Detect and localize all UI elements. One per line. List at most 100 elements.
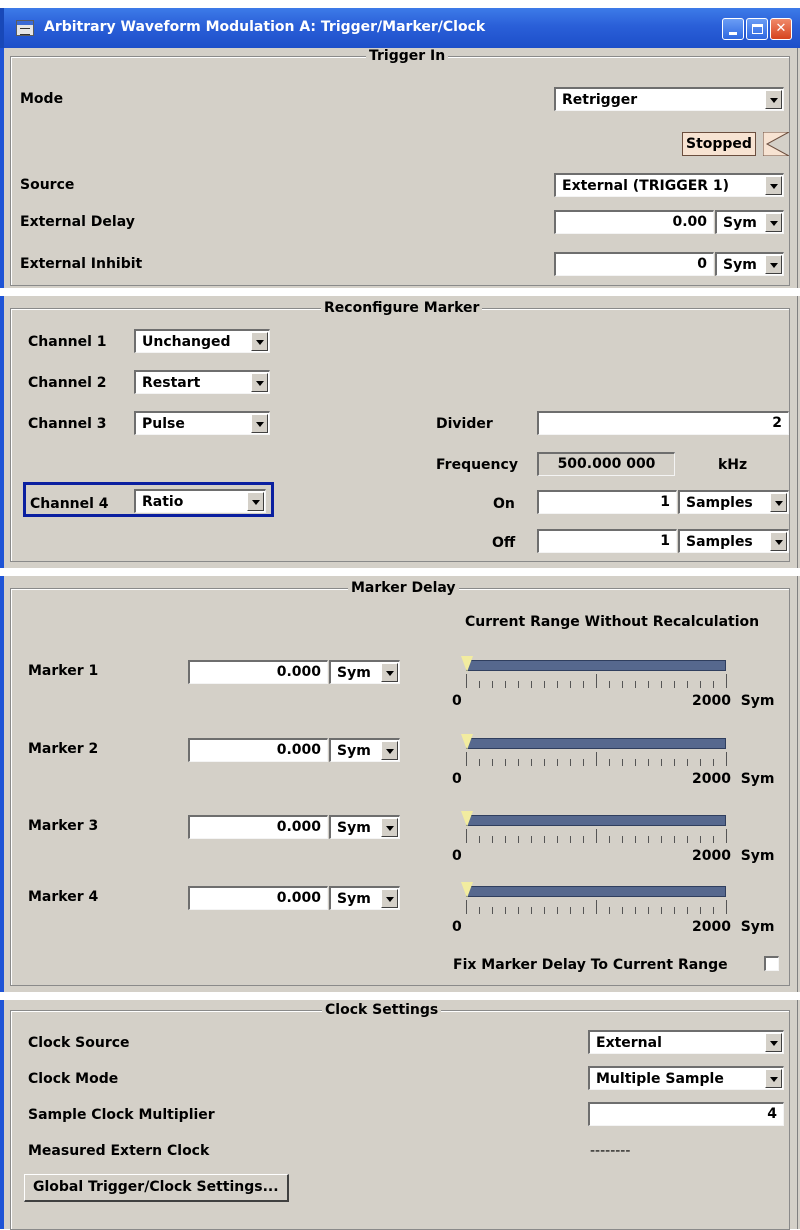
panel-edge [0, 576, 4, 992]
source-select[interactable]: External (TRIGGER 1) [554, 173, 784, 197]
clock-mode-label: Clock Mode [28, 1071, 119, 1087]
group-title: Clock Settings [322, 1002, 442, 1018]
marker-4-range-handle[interactable] [461, 882, 473, 898]
channel-3-select[interactable]: Pulse [134, 411, 270, 435]
external-inhibit-unit-select[interactable]: Sym [715, 252, 784, 276]
minimize-button[interactable] [722, 18, 744, 40]
window-menu-icon[interactable] [16, 20, 34, 36]
marker-2-delay-input[interactable]: 0.000 [188, 738, 328, 762]
measured-extern-clock-label: Measured Extern Clock [28, 1143, 210, 1159]
marker-4-range-min: 0 [452, 919, 462, 935]
channel-2-label: Channel 2 [28, 375, 107, 391]
chevron-down-icon[interactable] [765, 1069, 782, 1088]
chevron-down-icon[interactable] [770, 493, 787, 512]
mode-select[interactable]: Retrigger [554, 87, 784, 111]
marker-2-label: Marker 2 [28, 741, 99, 757]
external-delay-label: External Delay [20, 214, 135, 230]
unit-value: Sym [723, 257, 757, 273]
marker-1-label: Marker 1 [28, 663, 99, 679]
channel-1-select[interactable]: Unchanged [134, 329, 270, 353]
channel-2-select[interactable]: Restart [134, 370, 270, 394]
trigger-in-panel: Trigger In Mode Retrigger Stopped Source… [0, 48, 800, 288]
divider-input[interactable]: 2 [537, 411, 789, 435]
marker-3-range-scale [466, 829, 727, 843]
chevron-down-icon[interactable] [765, 213, 782, 232]
global-trigger-clock-settings-button[interactable]: Global Trigger/Clock Settings... [24, 1174, 289, 1202]
marker-3-label: Marker 3 [28, 818, 99, 834]
marker-3-unit-select[interactable]: Sym [329, 815, 400, 839]
marker-delay-group: Marker Delay [10, 580, 790, 986]
external-inhibit-label: External Inhibit [20, 256, 143, 272]
marker-2-range-handle[interactable] [461, 734, 473, 750]
chevron-down-icon[interactable] [765, 90, 782, 109]
chevron-down-icon[interactable] [251, 332, 268, 351]
chevron-down-icon[interactable] [765, 255, 782, 274]
close-button[interactable]: ✕ [770, 18, 792, 40]
chevron-down-icon[interactable] [770, 532, 787, 551]
trigger-status-badge: Stopped [682, 132, 756, 156]
external-inhibit-input[interactable]: 0 [554, 252, 714, 276]
chevron-down-icon[interactable] [251, 373, 268, 392]
clock-source-value: External [596, 1035, 662, 1051]
maximize-icon [752, 24, 763, 34]
off-input[interactable]: 1 [537, 529, 677, 553]
off-unit-select[interactable]: Samples [678, 529, 789, 553]
unit-value: Sym [337, 820, 371, 836]
channel-4-select[interactable]: Ratio [134, 489, 266, 513]
chevron-down-icon[interactable] [251, 414, 268, 433]
group-title: Trigger In [366, 48, 449, 64]
external-delay-unit-select[interactable]: Sym [715, 210, 784, 234]
frequency-unit: kHz [718, 457, 748, 473]
window-title-bar[interactable]: Arbitrary Waveform Modulation A: Trigger… [0, 8, 800, 48]
on-input[interactable]: 1 [537, 490, 677, 514]
sample-clock-multiplier-label: Sample Clock Multiplier [28, 1107, 215, 1123]
sample-clock-multiplier-input[interactable]: 4 [588, 1102, 784, 1126]
window-title: Arbitrary Waveform Modulation A: Trigger… [44, 19, 486, 35]
reconfigure-marker-group: Reconfigure Marker [10, 300, 790, 562]
channel-1-value: Unchanged [142, 334, 231, 350]
marker-3-range-handle[interactable] [461, 811, 473, 827]
chevron-down-icon[interactable] [765, 176, 782, 195]
marker-1-range-handle[interactable] [461, 656, 473, 672]
unit-value: Samples [686, 495, 753, 511]
chevron-down-icon[interactable] [247, 492, 264, 511]
maximize-button[interactable] [746, 18, 768, 40]
marker-4-range-max: 2000 Sym [692, 919, 775, 935]
fix-marker-delay-label: Fix Marker Delay To Current Range [453, 957, 728, 973]
chevron-down-icon[interactable] [381, 663, 398, 682]
marker-4-delay-input[interactable]: 0.000 [188, 886, 328, 910]
marker-2-range-scale [466, 752, 727, 766]
divider-label: Divider [436, 416, 493, 432]
unit-value: Sym [337, 665, 371, 681]
channel-3-label: Channel 3 [28, 416, 107, 432]
panel-edge [0, 1000, 4, 1229]
fix-marker-delay-checkbox[interactable] [764, 956, 779, 971]
marker-1-unit-select[interactable]: Sym [329, 660, 400, 684]
unit-value: Sym [337, 891, 371, 907]
clock-mode-select[interactable]: Multiple Sample [588, 1066, 784, 1090]
clock-source-label: Clock Source [28, 1035, 130, 1051]
unit-value: Sym [337, 743, 371, 759]
channel-2-value: Restart [142, 375, 201, 391]
source-label: Source [20, 177, 75, 193]
chevron-down-icon[interactable] [381, 889, 398, 908]
clock-source-select[interactable]: External [588, 1030, 784, 1054]
chevron-down-icon[interactable] [381, 741, 398, 760]
marker-3-delay-input[interactable]: 0.000 [188, 815, 328, 839]
chevron-down-icon[interactable] [381, 818, 398, 837]
marker-4-range-track [466, 886, 726, 897]
unit-value: Sym [723, 215, 757, 231]
marker-4-unit-select[interactable]: Sym [329, 886, 400, 910]
marker-2-range-max: 2000 Sym [692, 771, 775, 787]
range-heading: Current Range Without Recalculation [465, 614, 760, 630]
external-delay-input[interactable]: 0.00 [554, 210, 714, 234]
marker-2-unit-select[interactable]: Sym [329, 738, 400, 762]
on-label: On [493, 496, 515, 512]
marker-1-delay-input[interactable]: 0.000 [188, 660, 328, 684]
on-unit-select[interactable]: Samples [678, 490, 789, 514]
marker-delay-panel: Marker Delay Current Range Without Recal… [0, 576, 800, 992]
reconfigure-marker-panel: Reconfigure Marker Channel 1 Unchanged C… [0, 296, 800, 568]
channel-3-value: Pulse [142, 416, 185, 432]
mode-value: Retrigger [562, 92, 638, 108]
chevron-down-icon[interactable] [765, 1033, 782, 1052]
